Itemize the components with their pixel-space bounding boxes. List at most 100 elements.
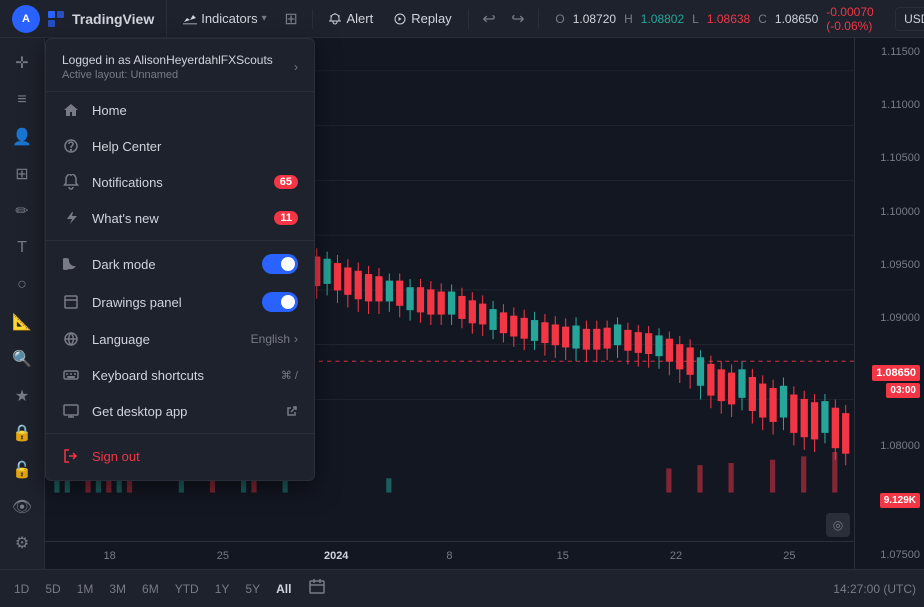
tf-1d[interactable]: 1D xyxy=(8,579,35,599)
indicators-icon xyxy=(183,12,197,26)
menu-item-home[interactable]: Home xyxy=(46,92,314,128)
tf-3m[interactable]: 3M xyxy=(103,579,132,599)
sidebar-ruler[interactable]: 📐 xyxy=(4,304,40,339)
toolbar-divider-2 xyxy=(468,9,469,29)
moon-icon xyxy=(62,255,80,273)
tf-1m[interactable]: 1M xyxy=(71,579,100,599)
sidebar-people[interactable]: 👤 xyxy=(4,120,40,155)
menu-item-darkmode[interactable]: Dark mode xyxy=(46,245,314,283)
indicators-button[interactable]: Indicators ▾ xyxy=(175,7,274,30)
tf-1y[interactable]: 1Y xyxy=(209,579,236,599)
lightning-icon xyxy=(62,209,80,227)
notifications-badge: 65 xyxy=(274,175,298,189)
tf-ytd[interactable]: YTD xyxy=(169,579,205,599)
menu-keyboard-label: Keyboard shortcuts xyxy=(92,368,269,383)
tf-all[interactable]: All xyxy=(270,579,297,599)
time-axis: 18 25 2024 8 15 22 25 xyxy=(45,541,854,569)
darkmode-toggle[interactable] xyxy=(262,254,298,274)
tf-5d[interactable]: 5D xyxy=(39,579,66,599)
logo-text: TradingView xyxy=(72,11,154,27)
sidebar-zoom[interactable]: 🔍 xyxy=(4,341,40,376)
toolbar-actions: Indicators ▾ ⊞ Alert Replay ↩ ↪ O 1.0872… xyxy=(167,5,924,33)
menu-home-label: Home xyxy=(92,103,298,118)
sidebar-text[interactable]: T xyxy=(4,231,40,266)
help-icon xyxy=(62,137,80,155)
drawings-icon xyxy=(62,293,80,311)
sidebar-lines[interactable]: ≡ xyxy=(4,83,40,118)
price-1115: 1.11500 xyxy=(859,46,920,58)
keyboard-icon xyxy=(62,366,80,384)
price-1100: 1.10000 xyxy=(859,206,920,218)
toolbar-divider-3 xyxy=(538,9,539,29)
goto-current-button[interactable]: ◎ xyxy=(826,513,850,537)
price-1090: 1.09000 xyxy=(859,312,920,324)
time-22: 22 xyxy=(619,550,732,562)
menu-drawings-label: Drawings panel xyxy=(92,295,250,310)
menu-item-signout[interactable]: Sign out xyxy=(46,438,314,474)
language-value: English › xyxy=(251,332,298,346)
alert-button[interactable]: Alert xyxy=(320,7,381,30)
sidebar-draw[interactable]: ✏ xyxy=(4,194,40,229)
redo-button[interactable]: ↪ xyxy=(506,5,531,33)
menu-divider-1 xyxy=(46,240,314,241)
undo-button[interactable]: ↩ xyxy=(477,5,502,33)
bottom-bar: 1D 5D 1M 3M 6M YTD 1Y 5Y All 14:27:00 (U… xyxy=(0,569,924,607)
tf-6m[interactable]: 6M xyxy=(136,579,165,599)
menu-item-desktop[interactable]: Get desktop app xyxy=(46,393,314,429)
time-8: 8 xyxy=(393,550,506,562)
sidebar-eye[interactable]: 👁 xyxy=(4,489,40,524)
dropdown-menu: Logged in as AlisonHeyerdahlFXScouts Act… xyxy=(45,38,315,481)
menu-item-language[interactable]: Language English › xyxy=(46,321,314,357)
toggle-knob xyxy=(281,257,295,271)
indicators-chevron: ▾ xyxy=(262,13,267,24)
sidebar-lock2[interactable]: 🔓 xyxy=(4,452,40,487)
menu-item-whatsnew[interactable]: What's new 11 xyxy=(46,200,314,236)
menu-notifications-label: Notifications xyxy=(92,175,262,190)
price-1080: 1.08000 xyxy=(859,440,920,452)
left-sidebar: ✛ ≡ 👤 ⊞ ✏ T ○ 📐 🔍 ★ 🔒 🔓 👁 ⚙ xyxy=(0,38,45,569)
alert-icon xyxy=(328,12,342,26)
monitor-icon xyxy=(62,402,80,420)
ohlc-display: O 1.08720 H 1.08802 L 1.08638 C 1.08650 … xyxy=(547,5,891,33)
tf-5y[interactable]: 5Y xyxy=(239,579,266,599)
calendar-button[interactable] xyxy=(309,578,325,599)
menu-layout: Active layout: Unnamed xyxy=(62,69,273,81)
drawings-toggle[interactable] xyxy=(262,292,298,312)
sidebar-circle[interactable]: ○ xyxy=(4,268,40,303)
time-18: 18 xyxy=(53,550,166,562)
sidebar-lock[interactable]: 🔒 xyxy=(4,415,40,450)
menu-item-notifications[interactable]: Notifications 65 xyxy=(46,164,314,200)
avatar[interactable]: A xyxy=(12,5,40,33)
menu-whatsnew-label: What's new xyxy=(92,211,262,226)
sidebar-grid[interactable]: ⊞ xyxy=(4,157,40,192)
top-toolbar: A TradingView Indicators ▾ ⊞ Alert Repla… xyxy=(0,0,924,38)
home-icon xyxy=(62,101,80,119)
time-2024: 2024 xyxy=(280,550,393,562)
menu-item-help[interactable]: Help Center xyxy=(46,128,314,164)
time-25b: 25 xyxy=(733,550,846,562)
menu-user-header[interactable]: Logged in as AlisonHeyerdahlFXScouts Act… xyxy=(46,45,314,92)
price-1075: 1.07500 xyxy=(859,549,920,561)
time-display: 14:27:00 (UTC) xyxy=(833,582,916,596)
menu-item-drawings[interactable]: Drawings panel xyxy=(46,283,314,321)
toggle-knob-2 xyxy=(281,295,295,309)
replay-button[interactable]: Replay xyxy=(385,7,459,30)
currency-button[interactable]: USD ▾ xyxy=(895,7,924,31)
keyboard-shortcut-hint: ⌘ / xyxy=(281,369,298,382)
price-1095: 1.09500 xyxy=(859,259,920,271)
menu-divider-2 xyxy=(46,433,314,434)
current-time: 03:00 xyxy=(886,383,920,398)
price-1105: 1.10500 xyxy=(859,152,920,164)
layout-button[interactable]: ⊞ xyxy=(279,5,304,33)
sidebar-settings[interactable]: ⚙ xyxy=(4,526,40,561)
replay-icon xyxy=(393,12,407,26)
menu-desktop-label: Get desktop app xyxy=(92,404,274,419)
logo-area[interactable]: A TradingView xyxy=(0,0,167,37)
menu-language-label: Language xyxy=(92,332,239,347)
external-link-icon xyxy=(286,405,298,417)
menu-item-keyboard[interactable]: Keyboard shortcuts ⌘ / xyxy=(46,357,314,393)
tv-logo-icon xyxy=(46,9,66,29)
sidebar-star[interactable]: ★ xyxy=(4,378,40,413)
menu-signout-label: Sign out xyxy=(92,449,298,464)
sidebar-crosshair[interactable]: ✛ xyxy=(4,46,40,81)
